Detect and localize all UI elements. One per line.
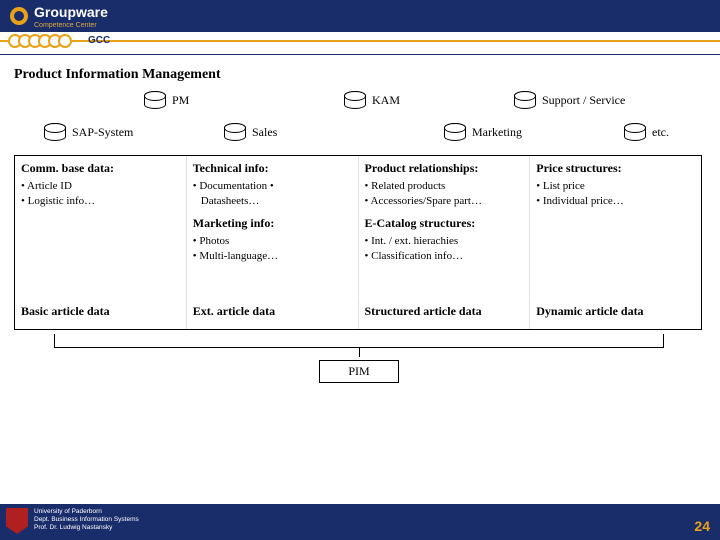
col-item: Logistic info… xyxy=(21,194,180,209)
slide-title: Product Information Management xyxy=(0,55,720,91)
column-3: Price structures: List price Individual … xyxy=(529,156,701,296)
brand-subtitle: Competence Center xyxy=(34,22,108,29)
db-item: PM xyxy=(144,91,189,109)
column-0: Comm. base data: Article ID Logistic inf… xyxy=(15,156,186,296)
footer-line3: Prof. Dr. Ludwig Nastansky xyxy=(34,524,139,532)
db-item: etc. xyxy=(624,123,669,141)
db-item: Sales xyxy=(224,123,277,141)
db-row-mid: SAP-System Sales Marketing etc. xyxy=(14,123,704,153)
db-label: SAP-System xyxy=(72,125,133,140)
diagram: PM KAM Support / Service SAP-System Sale… xyxy=(14,91,704,382)
main-block: Comm. base data: Article ID Logistic inf… xyxy=(14,155,702,330)
col-heading: Product relationships: xyxy=(365,160,524,176)
database-icon xyxy=(514,91,536,109)
col-item: Int. / ext. hierachies xyxy=(365,234,524,249)
page-number: 24 xyxy=(694,518,710,534)
footer-line1: University of Paderborn xyxy=(34,508,139,516)
database-icon xyxy=(44,123,66,141)
db-label: Marketing xyxy=(472,125,522,140)
database-icon xyxy=(224,123,246,141)
col-item: Individual price… xyxy=(536,194,695,209)
db-label: KAM xyxy=(372,93,400,108)
col-item: Multi-language… xyxy=(193,249,352,264)
university-shield-icon xyxy=(6,508,28,534)
db-label: etc. xyxy=(652,125,669,140)
col-item: Datasheets… xyxy=(193,194,352,209)
col-footer-3: Dynamic article data xyxy=(529,296,701,329)
brand-header: Groupware Competence Center xyxy=(0,0,720,32)
col-heading: Comm. base data: xyxy=(21,160,180,176)
pim-box: PIM xyxy=(319,360,398,383)
db-label: Sales xyxy=(252,125,277,140)
database-icon xyxy=(624,123,646,141)
db-item: KAM xyxy=(344,91,400,109)
bracket-icon xyxy=(54,334,664,348)
column-1: Technical info: Documentation • Datashee… xyxy=(186,156,358,296)
col-item: Article ID xyxy=(21,179,180,194)
database-icon xyxy=(444,123,466,141)
col-item: List price xyxy=(536,179,695,194)
col-item: Documentation • xyxy=(193,179,352,194)
col-heading: Technical info: xyxy=(193,160,352,176)
brand-logo-icon xyxy=(10,7,28,25)
col-item: Photos xyxy=(193,234,352,249)
col-footer-1: Ext. article data xyxy=(186,296,358,329)
db-item: SAP-System xyxy=(44,123,133,141)
db-item: Marketing xyxy=(444,123,522,141)
bracket-wrap: PIM xyxy=(14,334,704,382)
col-item: Accessories/Spare part… xyxy=(365,194,524,209)
db-row-top: PM KAM Support / Service xyxy=(14,91,704,121)
db-label: Support / Service xyxy=(542,93,625,108)
col-heading: Price structures: xyxy=(536,160,695,176)
column-2: Product relationships: Related products … xyxy=(358,156,530,296)
footer-line2: Dept. Business Information Systems xyxy=(34,516,139,524)
col-item: Related products xyxy=(365,179,524,194)
col-footer-2: Structured article data xyxy=(358,296,530,329)
slide-footer: University of Paderborn Dept. Business I… xyxy=(0,504,720,540)
col-item: Classification info… xyxy=(365,249,524,264)
database-icon xyxy=(344,91,366,109)
brand-name: Groupware xyxy=(34,4,108,20)
accent-band: GCC xyxy=(0,32,720,54)
database-icon xyxy=(144,91,166,109)
col-heading2: E-Catalog structures: xyxy=(365,215,524,231)
brand-abbrev: GCC xyxy=(88,35,110,46)
db-item: Support / Service xyxy=(514,91,625,109)
db-label: PM xyxy=(172,93,189,108)
col-footer-0: Basic article data xyxy=(15,296,186,329)
col-heading2: Marketing info: xyxy=(193,215,352,231)
